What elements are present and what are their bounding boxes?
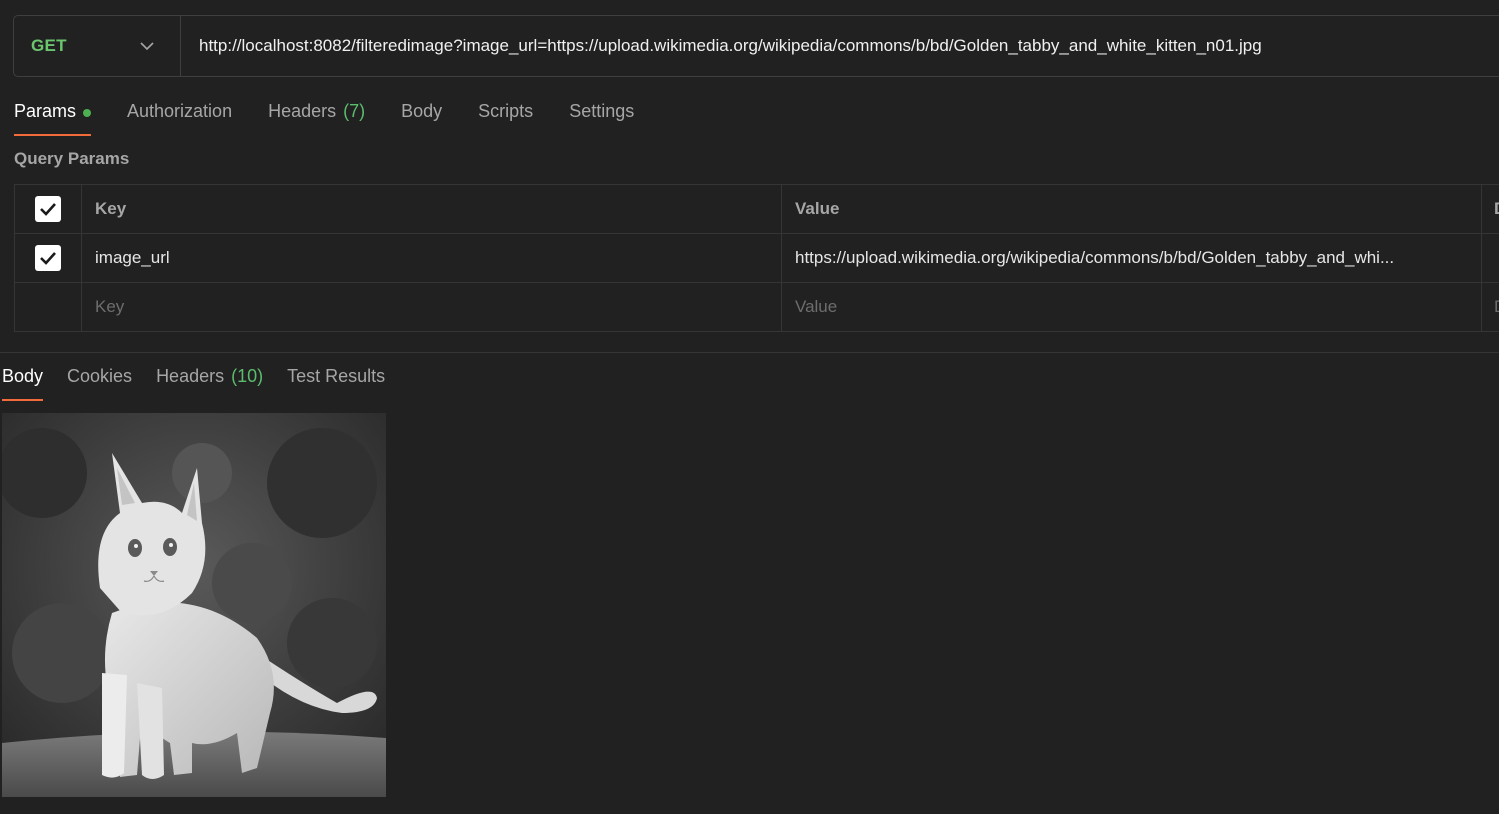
table-row-empty: Key Value D — [15, 283, 1499, 331]
method-label: GET — [31, 36, 67, 55]
description-column-header: D — [1482, 185, 1499, 233]
param-description-field[interactable] — [1482, 234, 1499, 282]
query-params-title: Query Params — [14, 149, 130, 168]
tab-scripts-label: Scripts — [478, 101, 534, 121]
param-value-field[interactable]: https://upload.wikimedia.org/wikipedia/c… — [782, 234, 1482, 282]
response-tab-test-results[interactable]: Test Results — [287, 363, 385, 401]
response-tab-cookies-label: Cookies — [67, 366, 133, 386]
tab-scripts[interactable]: Scripts — [478, 98, 533, 136]
row-check-cell — [15, 234, 82, 282]
tab-params-label: Params — [14, 101, 77, 121]
query-params-table: Key Value D image_url https://upload.wik… — [14, 184, 1499, 332]
value-column-header: Value — [782, 185, 1482, 233]
checkmark-icon — [40, 252, 56, 265]
tab-body-label: Body — [401, 101, 443, 121]
table-header-row: Key Value D — [15, 185, 1499, 234]
select-all-checkbox[interactable] — [35, 196, 61, 222]
panel-divider[interactable] — [0, 352, 1499, 353]
postman-request-view: GET http://localhost:8082/filteredimage?… — [0, 0, 1499, 814]
response-tabs: Body Cookies Headers (10) Test Results — [2, 363, 409, 401]
checkmark-icon — [40, 203, 56, 216]
chevron-down-icon — [140, 41, 154, 51]
method-select[interactable]: GET — [14, 16, 181, 76]
table-row: image_url https://upload.wikimedia.org/w… — [15, 234, 1499, 283]
tab-settings-label: Settings — [569, 101, 635, 121]
tab-settings[interactable]: Settings — [569, 98, 634, 136]
response-tab-headers-count: (10) — [231, 366, 264, 386]
param-key-field[interactable]: image_url — [82, 234, 782, 282]
response-tab-body-label: Body — [2, 366, 44, 386]
response-tab-test-results-label: Test Results — [287, 366, 386, 386]
response-tab-body[interactable]: Body — [2, 363, 44, 401]
new-description-input[interactable]: D — [1482, 283, 1499, 331]
tab-headers-count: (7) — [343, 101, 366, 121]
kitten-image — [2, 413, 386, 797]
tab-params[interactable]: Params — [14, 98, 92, 136]
response-tab-cookies[interactable]: Cookies — [67, 363, 132, 401]
tab-authorization-label: Authorization — [127, 101, 233, 121]
empty-check-cell — [15, 283, 82, 331]
request-tabs: Params Authorization Headers (7) Body Sc… — [14, 98, 670, 138]
key-column-header: Key — [82, 185, 782, 233]
response-tab-headers-label: Headers — [156, 366, 225, 386]
tab-body[interactable]: Body — [401, 98, 442, 136]
url-input[interactable]: http://localhost:8082/filteredimage?imag… — [181, 16, 1499, 76]
tab-headers[interactable]: Headers (7) — [268, 98, 365, 136]
response-image[interactable] — [2, 413, 386, 797]
response-tab-headers[interactable]: Headers (10) — [156, 363, 263, 401]
select-all-cell — [15, 185, 82, 233]
row-checkbox[interactable] — [35, 245, 61, 271]
tab-authorization[interactable]: Authorization — [127, 98, 232, 136]
new-key-input[interactable]: Key — [82, 283, 782, 331]
new-value-input[interactable]: Value — [782, 283, 1482, 331]
request-bar: GET http://localhost:8082/filteredimage?… — [13, 15, 1499, 77]
tab-headers-label: Headers — [268, 101, 337, 121]
params-active-dot — [83, 109, 92, 117]
